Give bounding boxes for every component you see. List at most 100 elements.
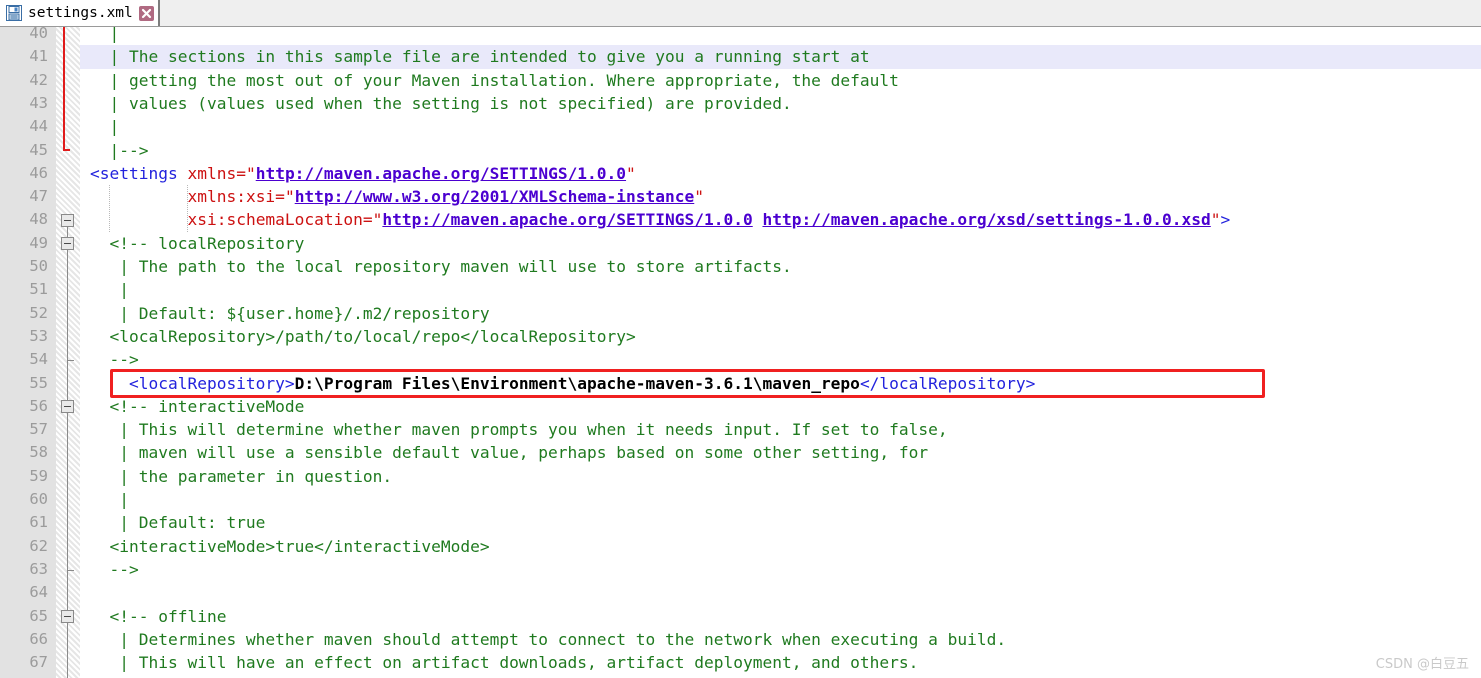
code-content-area[interactable]: | | The sections in this sample file are… <box>80 27 1481 678</box>
code-token: " <box>1210 210 1221 230</box>
code-token: > <box>1220 210 1231 230</box>
code-token: | values (values used when the setting i… <box>90 93 792 113</box>
code-token[interactable]: http://maven.apache.org/SETTINGS/1.0.0 <box>256 164 626 183</box>
code-line[interactable]: | The path to the local repository maven… <box>90 255 792 278</box>
code-token: | <box>90 27 120 43</box>
code-line[interactable]: | Default: true <box>90 511 265 534</box>
code-line[interactable]: <localRepository>/path/to/local/repo</lo… <box>90 325 636 348</box>
code-line[interactable]: | getting the most out of your Maven ins… <box>90 69 899 92</box>
code-line[interactable]: | the parameter in question. <box>90 465 392 488</box>
line-number: 47 <box>29 187 48 206</box>
line-number: 56 <box>29 396 48 415</box>
fold-toggle-icon[interactable] <box>61 213 74 227</box>
code-line[interactable]: | <box>90 115 119 138</box>
code-token: | <box>90 490 129 509</box>
code-line[interactable]: xmlns:xsi="http://www.w3.org/2001/XMLSch… <box>90 185 704 208</box>
code-line[interactable]: | <box>90 27 119 45</box>
line-number: 65 <box>29 606 48 625</box>
code-token: | The sections in this sample file are i… <box>90 47 870 67</box>
line-number: 67 <box>29 653 48 672</box>
code-line[interactable]: |--> <box>90 139 148 162</box>
code-line[interactable]: xsi:schemaLocation="http://maven.apache.… <box>90 208 1230 231</box>
fold-toggle-icon[interactable] <box>61 399 74 413</box>
code-token: " <box>626 163 636 183</box>
code-token: |--> <box>90 140 149 160</box>
code-token: | The path to the local repository maven… <box>90 257 792 276</box>
code-token: <!-- offline <box>90 606 227 626</box>
code-token: <localRepository> <box>128 373 295 393</box>
line-number: 44 <box>29 117 48 136</box>
tab-bar: settings.xml <box>0 0 1481 27</box>
code-token: " <box>284 187 295 207</box>
code-token: | Default: true <box>90 513 266 533</box>
line-number: 42 <box>29 70 48 89</box>
code-line[interactable]: | maven will use a sensible default valu… <box>90 441 928 464</box>
code-token[interactable]: http://www.w3.org/2001/XMLSchema-instanc… <box>295 187 695 206</box>
code-token: xsi:schemaLocation= <box>187 210 373 230</box>
code-editor[interactable]: 40 41 42 43 44 45 46 47 48 49 50 51 52 53 54 55 56 57 58 59… <box>0 27 1481 678</box>
code-line[interactable]: | This will have an effect on artifact d… <box>90 651 918 674</box>
line-number: 41 <box>29 47 48 66</box>
code-line[interactable]: | Determines whether maven should attemp… <box>90 628 1006 651</box>
fold-and-change-gutter[interactable] <box>56 27 80 678</box>
code-token: | maven will use a sensible default valu… <box>90 443 929 463</box>
code-line[interactable]: <!-- offline <box>90 605 226 628</box>
tab-bar-empty-area <box>159 0 1481 26</box>
line-number: 50 <box>29 257 48 275</box>
line-number: 64 <box>29 583 48 602</box>
line-number: 58 <box>29 443 48 462</box>
code-token: <interactiveMode>true</interactiveMode> <box>90 536 490 556</box>
line-number: 66 <box>29 629 48 648</box>
code-line[interactable]: <!-- interactiveMode <box>90 395 304 418</box>
fold-region-end-tick <box>67 569 74 571</box>
code-token: <localRepository>/path/to/local/repo</lo… <box>90 326 636 346</box>
close-icon[interactable] <box>138 5 154 21</box>
line-number: 43 <box>29 93 48 112</box>
fold-region-end-tick <box>67 359 74 361</box>
code-line[interactable]: | The sections in this sample file are i… <box>90 45 870 68</box>
code-line[interactable]: <settings xmlns="http://maven.apache.org… <box>90 162 636 185</box>
line-number: 63 <box>29 559 48 578</box>
code-token: --> <box>90 350 139 370</box>
line-number: 46 <box>29 163 48 182</box>
code-line[interactable]: <interactiveMode>true</interactiveMode> <box>90 535 490 558</box>
code-token: " <box>245 163 256 183</box>
line-number: 55 <box>29 373 48 392</box>
code-token: | getting the most out of your Maven ins… <box>90 70 899 90</box>
code-line[interactable]: | <box>90 278 129 301</box>
code-token: | Determines whether maven should attemp… <box>90 629 1007 649</box>
code-token[interactable]: http://maven.apache.org/xsd/settings-1.0… <box>762 210 1210 229</box>
code-token: xmlns= <box>187 163 246 183</box>
code-token: </localRepository> <box>859 373 1036 393</box>
code-line[interactable]: --> <box>90 558 139 581</box>
code-token: <!-- interactiveMode <box>90 396 305 416</box>
line-number: 40 <box>29 27 48 42</box>
code-token: D:\Program Files\Environment\apache-mave… <box>294 373 860 393</box>
code-token: " <box>372 210 383 230</box>
line-number: 51 <box>29 280 48 299</box>
code-token[interactable]: http://maven.apache.org/SETTINGS/1.0.0 <box>382 210 752 229</box>
line-number-gutter[interactable]: 40 41 42 43 44 45 46 47 48 49 50 51 52 53 54 55 56 57 58 59… <box>0 27 56 678</box>
code-token: | This will determine whether maven prom… <box>90 420 948 440</box>
vcs-change-bar <box>63 27 70 152</box>
code-line[interactable]: | <box>90 674 129 678</box>
code-token: " <box>694 187 705 207</box>
line-number: 52 <box>29 303 48 322</box>
watermark: CSDN @白豆五 <box>1375 657 1469 672</box>
code-line[interactable]: <localRepository>D:\Program Files\Enviro… <box>90 372 1035 395</box>
line-number: 49 <box>29 233 48 252</box>
code-token: xmlns:xsi= <box>187 187 285 207</box>
fold-toggle-icon[interactable] <box>61 236 74 250</box>
code-token: --> <box>90 559 139 579</box>
code-token: | This will have an effect on artifact d… <box>90 653 919 673</box>
code-line[interactable]: --> <box>90 348 139 371</box>
code-line[interactable]: | <box>90 488 129 511</box>
code-line[interactable]: | values (values used when the setting i… <box>90 92 792 115</box>
code-line[interactable]: <!-- localRepository <box>90 232 304 255</box>
fold-toggle-icon[interactable] <box>61 609 74 623</box>
tab-settings-xml[interactable]: settings.xml <box>0 0 160 26</box>
line-number: 54 <box>29 350 48 369</box>
code-line[interactable]: | Default: ${user.home}/.m2/repository <box>90 302 489 325</box>
code-line[interactable]: | This will determine whether maven prom… <box>90 418 948 441</box>
